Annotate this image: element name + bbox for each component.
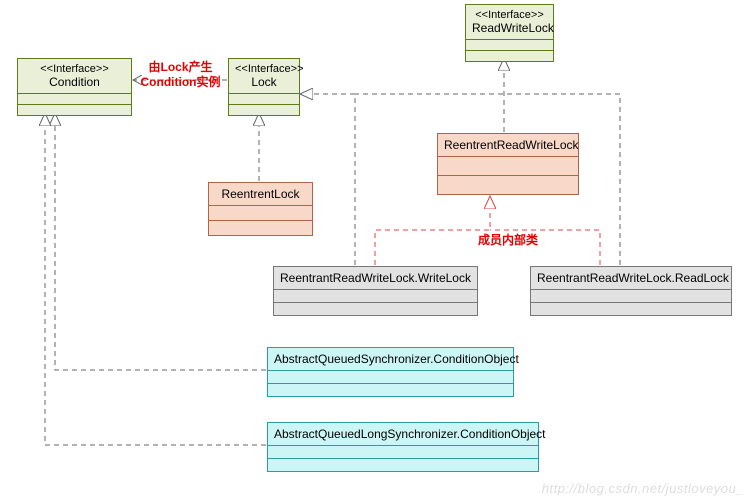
class-name: ReentrantReadWriteLock.ReadLock <box>537 271 725 285</box>
stereotype: <<Interface>> <box>472 9 547 21</box>
class-name: Condition <box>24 75 125 89</box>
class-name: ReentrentReadWriteLock <box>444 138 572 152</box>
class-name: Lock <box>235 75 293 89</box>
class-aqls-conditionobject: AbstractQueuedLongSynchronizer.Condition… <box>267 422 539 472</box>
class-reentrantlock: ReentrentLock <box>208 182 313 236</box>
class-reentrantreadwritelock: ReentrentReadWriteLock <box>437 133 579 195</box>
class-name: ReadWriteLock <box>472 21 547 35</box>
class-readlock: ReentrantReadWriteLock.ReadLock <box>530 266 732 316</box>
class-name: AbstractQueuedLongSynchronizer.Condition… <box>274 427 532 441</box>
stereotype: <<Interface>> <box>24 63 125 75</box>
interface-lock: <<Interface>> Lock <box>228 58 300 116</box>
interface-condition: <<Interface>> Condition <box>17 58 132 116</box>
class-name: ReentrentLock <box>215 187 306 201</box>
stereotype: <<Interface>> <box>235 63 293 75</box>
class-name: ReentrantReadWriteLock.WriteLock <box>280 271 471 285</box>
annotation-lock-produces: 由Lock产生 Condition实例 <box>133 60 228 90</box>
watermark: http://blog.csdn.net/justloveyou_ <box>542 481 744 496</box>
interface-readwritelock: <<Interface>> ReadWriteLock <box>465 4 554 62</box>
annotation-inner-class: 成员内部类 <box>478 233 538 248</box>
class-name: AbstractQueuedSynchronizer.ConditionObje… <box>274 352 507 366</box>
class-writelock: ReentrantReadWriteLock.WriteLock <box>273 266 478 316</box>
class-aqs-conditionobject: AbstractQueuedSynchronizer.ConditionObje… <box>267 347 514 397</box>
